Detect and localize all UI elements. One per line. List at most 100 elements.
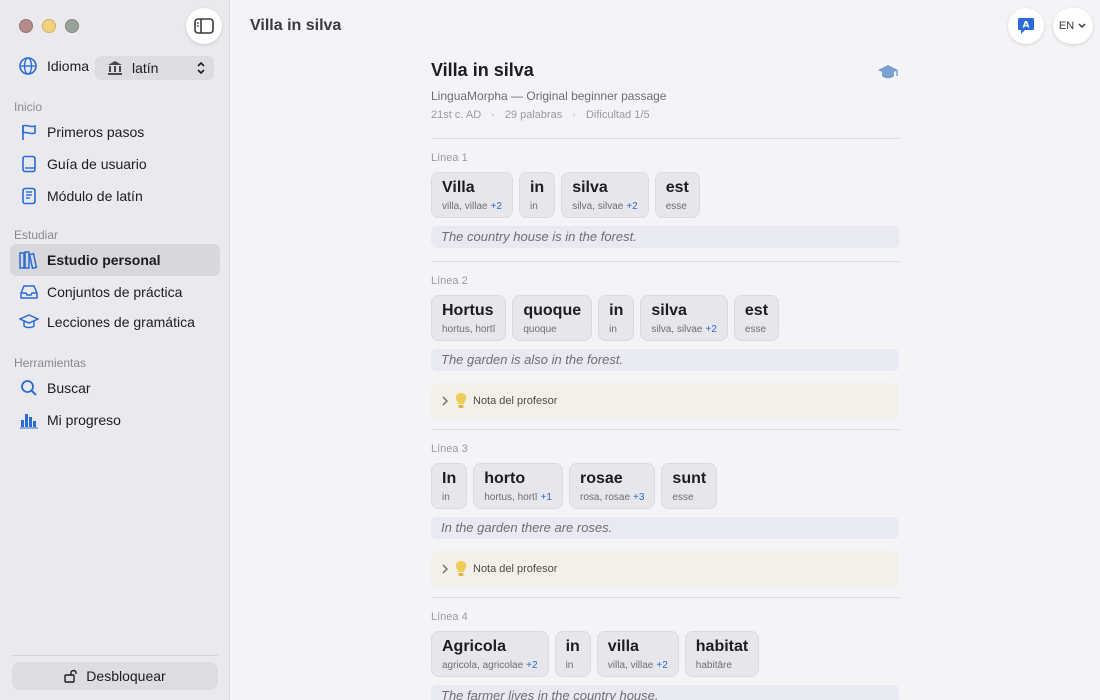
word-form: In	[442, 470, 457, 487]
sidebar-item-buscar[interactable]: Buscar	[10, 372, 220, 404]
window-controls	[19, 19, 79, 33]
word-lemma: quoque	[523, 324, 557, 335]
teacher-note[interactable]: Nota del profesor	[431, 383, 899, 419]
sidebar-item-guia-de-usuario[interactable]: Guía de usuario	[10, 148, 220, 180]
section-title-estudiar: Estudiar	[14, 228, 59, 242]
language-select-value: latín	[132, 60, 159, 76]
line-translation: The country house is in the forest.	[431, 226, 899, 248]
language-select[interactable]: latín	[95, 56, 214, 80]
word-card[interactable]: est esse	[733, 295, 780, 341]
close-window-button[interactable]	[19, 19, 33, 33]
word-lemma: hortus, hortī	[442, 324, 496, 335]
line-divider	[431, 597, 899, 598]
sidebar-item-label: Lecciones de gramática	[47, 314, 195, 330]
sidebar-item-label: Estudio personal	[47, 252, 161, 268]
zoom-window-button[interactable]	[65, 19, 79, 33]
unlock-button[interactable]: Desbloquear	[12, 662, 218, 690]
minimize-window-button[interactable]	[42, 19, 56, 33]
word-gloss: in	[566, 660, 580, 671]
unlock-label: Desbloquear	[86, 668, 166, 684]
sidebar-item-label: Primeros pasos	[47, 124, 145, 140]
word-lemma: in	[442, 492, 450, 503]
more-forms-count: +2	[526, 660, 538, 671]
word-form: Hortus	[442, 302, 494, 319]
book-icon	[22, 155, 36, 173]
word-card[interactable]: horto hortus, hortī +1	[473, 463, 563, 509]
word-form: horto	[484, 470, 526, 487]
sidebar-item-conjuntos-de-practica[interactable]: Conjuntos de práctica	[10, 276, 220, 308]
more-forms-count: +2	[705, 324, 717, 335]
module-book-icon	[22, 187, 36, 205]
toggle-sidebar-button[interactable]	[186, 8, 222, 44]
word-gloss: villa, villae +2	[608, 660, 668, 671]
word-form: est	[665, 179, 689, 196]
grammar-mode-button[interactable]	[877, 62, 899, 87]
word-gloss: esse	[666, 201, 689, 212]
word-card[interactable]: In in	[431, 463, 468, 509]
sidebar-item-label: Guía de usuario	[47, 156, 147, 172]
word-card[interactable]: villa villa, villae +2	[596, 631, 679, 677]
word-gloss: silva, silvae +2	[572, 201, 638, 212]
ui-language-label: EN	[1058, 20, 1075, 32]
word-card[interactable]: silva silva, silvae +2	[640, 295, 728, 341]
more-forms-count: +2	[490, 201, 502, 212]
word-form: quoque	[523, 302, 582, 319]
word-gloss: esse	[672, 492, 706, 503]
word-gloss: esse	[745, 324, 768, 335]
sidebar-toggle-icon	[194, 18, 214, 34]
passage-subtitle: LinguaMorpha — Original beginner passage	[431, 89, 667, 103]
word-card[interactable]: rosae rosa, rosae +3	[568, 463, 656, 509]
sidebar-item-modulo-de-latin[interactable]: Módulo de latín	[10, 180, 220, 212]
word-card[interactable]: quoque quoque	[512, 295, 593, 341]
word-lemma: silva, silvae	[651, 324, 703, 335]
line-label: Línea 1	[431, 152, 468, 164]
svg-text:A: A	[1023, 21, 1030, 31]
graduation-cap-icon	[878, 65, 898, 79]
word-card[interactable]: Villa villa, villae +2	[431, 172, 513, 218]
line-label: Línea 4	[431, 611, 468, 623]
word-card[interactable]: in in	[554, 631, 591, 677]
word-form: in	[565, 638, 580, 655]
word-form: rosae	[579, 470, 623, 487]
sidebar: Idioma latín Inicio Primeros pasos Guía …	[0, 0, 230, 700]
line-divider	[431, 261, 899, 262]
word-card[interactable]: habitat habitāre	[684, 631, 760, 677]
teacher-note-label: Nota del profesor	[473, 563, 558, 575]
word-card[interactable]: in in	[598, 295, 635, 341]
books-icon	[19, 251, 38, 269]
word-form: est	[744, 302, 769, 319]
globe-icon	[19, 57, 37, 75]
sidebar-item-lecciones-de-gramatica[interactable]: Lecciones de gramática	[10, 306, 220, 338]
sidebar-item-mi-progreso[interactable]: Mi progreso	[10, 404, 220, 436]
passage-word-count: 29 palabras	[504, 109, 563, 121]
word-card[interactable]: silva silva, silvae +2	[561, 172, 649, 218]
lightbulb-icon	[455, 561, 467, 576]
word-card[interactable]: in in	[518, 172, 556, 218]
word-gloss: rosa, rosae +3	[580, 492, 644, 503]
meta-separator: ·	[572, 109, 576, 121]
passage-meta: 21st c. AD · 29 palabras · Dificultad 1/…	[431, 109, 650, 121]
word-row: Villa villa, villae +2 in in silva silva, silv…	[431, 172, 700, 218]
line-translation: In the garden there are roses.	[431, 517, 899, 539]
word-card[interactable]: Agricola agricola, agricolae +2	[431, 631, 549, 677]
teacher-note[interactable]: Nota del profesor	[431, 551, 899, 587]
sidebar-item-label: Mi progreso	[47, 412, 121, 428]
flag-icon	[22, 124, 36, 140]
word-row: In in horto hortus, hortī +1 rosae rosa, rosae…	[431, 463, 718, 509]
sidebar-item-primeros-pasos[interactable]: Primeros pasos	[10, 116, 220, 148]
ui-language-button[interactable]: EN	[1053, 8, 1093, 44]
line-translation: The farmer lives in the country house.	[431, 685, 899, 700]
sidebar-item-estudio-personal[interactable]: Estudio personal	[10, 244, 220, 276]
meta-separator: ·	[491, 109, 495, 121]
word-card[interactable]: sunt esse	[661, 463, 718, 509]
sidebar-divider	[12, 655, 218, 656]
word-lemma: habitāre	[695, 660, 732, 671]
word-gloss: in	[530, 201, 544, 212]
passage-view: Villa in silva LinguaMorpha — Original b…	[431, 0, 899, 700]
word-card[interactable]: Hortus hortus, hortī	[431, 295, 507, 341]
translate-button[interactable]: A	[1008, 8, 1044, 44]
language-row: Idioma latín	[18, 56, 214, 80]
word-lemma: villa, villae	[607, 660, 654, 671]
word-card[interactable]: est esse	[654, 172, 700, 218]
line-divider	[431, 429, 899, 430]
